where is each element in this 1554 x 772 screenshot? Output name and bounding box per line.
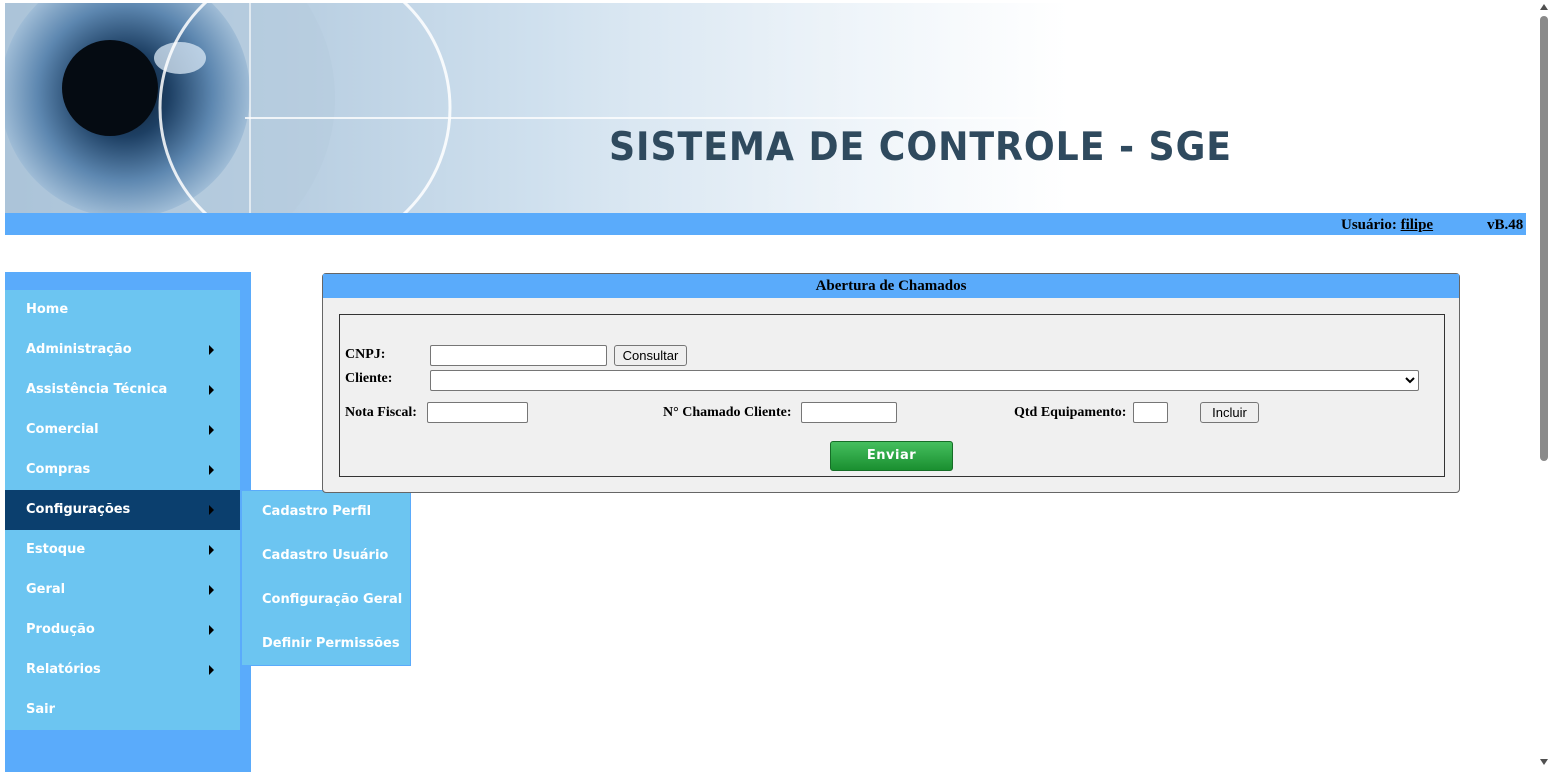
menu-item-sair[interactable]: Sair xyxy=(5,690,240,730)
submenu-arrow-icon xyxy=(209,345,214,355)
app-title: SISTEMA DE CONTROLE - SGE xyxy=(609,125,1232,170)
submenu-item-cadastro-perfil[interactable]: Cadastro Perfil xyxy=(242,491,410,535)
cnpj-label: CNPJ: xyxy=(345,347,386,362)
menu-item-geral[interactable]: Geral xyxy=(5,570,240,610)
menu-item-comercial[interactable]: Comercial xyxy=(5,410,240,450)
scroll-thumb[interactable] xyxy=(1540,16,1548,461)
user-label: Usuário: xyxy=(1341,217,1397,233)
menu-label: Configurações xyxy=(26,502,131,517)
nota-fiscal-input[interactable] xyxy=(427,402,528,423)
configuracoes-submenu: Cadastro Perfil Cadastro Usuário Configu… xyxy=(241,490,411,666)
submenu-arrow-icon xyxy=(209,505,214,515)
menu-item-assistencia-tecnica[interactable]: Assistência Técnica xyxy=(5,370,240,410)
cnpj-input[interactable] xyxy=(430,345,607,366)
menu-item-administracao[interactable]: Administração xyxy=(5,330,240,370)
menu-label: Estoque xyxy=(26,542,86,557)
form-box: CNPJ: Consultar Cliente: Nota Fiscal: N°… xyxy=(339,314,1445,477)
menu-label: Relatórios xyxy=(26,662,101,677)
menu-item-producao[interactable]: Produção xyxy=(5,610,240,650)
menu-item-configuracoes[interactable]: Configurações xyxy=(5,490,240,530)
user-name-link[interactable]: filipe xyxy=(1401,217,1434,233)
submenu-arrow-icon xyxy=(209,465,214,475)
page-scrollbar[interactable] xyxy=(1535,0,1554,772)
user-bar: Usuário: filipe vB.48 xyxy=(5,213,1526,235)
cliente-label: Cliente: xyxy=(345,371,393,386)
main-menu: Home Administração Assistência Técnica C… xyxy=(5,290,240,730)
submenu-item-definir-permissoes[interactable]: Definir Permissões xyxy=(242,623,410,667)
submenu-arrow-icon xyxy=(209,625,214,635)
chamado-cliente-label: N° Chamado Cliente: xyxy=(663,405,792,420)
consultar-button[interactable]: Consultar xyxy=(614,345,687,366)
submenu-arrow-icon xyxy=(209,545,214,555)
abertura-chamados-panel: Abertura de Chamados CNPJ: Consultar Cli… xyxy=(322,273,1460,493)
menu-label: Administração xyxy=(26,342,132,357)
scroll-up-icon[interactable] xyxy=(1540,4,1548,10)
menu-label: Produção xyxy=(26,622,95,637)
menu-label: Geral xyxy=(26,582,66,597)
panel-title: Abertura de Chamados xyxy=(323,274,1459,298)
enviar-button[interactable]: Enviar xyxy=(830,441,953,471)
submenu-label: Configuração Geral xyxy=(262,592,403,607)
eye-icon xyxy=(5,3,1065,213)
menu-label: Assistência Técnica xyxy=(26,382,168,397)
menu-item-compras[interactable]: Compras xyxy=(5,450,240,490)
submenu-arrow-icon xyxy=(209,425,214,435)
submenu-label: Definir Permissões xyxy=(262,636,400,651)
submenu-arrow-icon xyxy=(209,385,214,395)
scroll-down-icon[interactable] xyxy=(1540,759,1548,765)
nota-fiscal-label: Nota Fiscal: xyxy=(345,405,417,420)
submenu-item-configuracao-geral[interactable]: Configuração Geral xyxy=(242,579,410,623)
menu-label: Comercial xyxy=(26,422,99,437)
submenu-arrow-icon xyxy=(209,665,214,675)
submenu-label: Cadastro Usuário xyxy=(262,548,389,563)
menu-item-home[interactable]: Home xyxy=(5,290,240,330)
cliente-select[interactable] xyxy=(430,370,1419,391)
submenu-arrow-icon xyxy=(209,585,214,595)
submenu-item-cadastro-usuario[interactable]: Cadastro Usuário xyxy=(242,535,410,579)
sidebar: Home Administração Assistência Técnica C… xyxy=(5,272,251,772)
submenu-label: Cadastro Perfil xyxy=(262,504,372,519)
header-banner: SISTEMA DE CONTROLE - SGE xyxy=(5,3,1529,213)
menu-label: Sair xyxy=(26,702,56,717)
qtd-equipamento-input[interactable] xyxy=(1133,402,1168,423)
menu-label: Home xyxy=(26,302,69,317)
menu-item-relatorios[interactable]: Relatórios xyxy=(5,650,240,690)
user-info: Usuário: filipe xyxy=(1341,217,1433,234)
version-label: vB.48 xyxy=(1487,217,1524,233)
chamado-cliente-input[interactable] xyxy=(801,402,897,423)
menu-item-estoque[interactable]: Estoque xyxy=(5,530,240,570)
menu-label: Compras xyxy=(26,462,91,477)
qtd-equipamento-label: Qtd Equipamento: xyxy=(1014,405,1127,420)
incluir-button[interactable]: Incluir xyxy=(1200,402,1259,423)
